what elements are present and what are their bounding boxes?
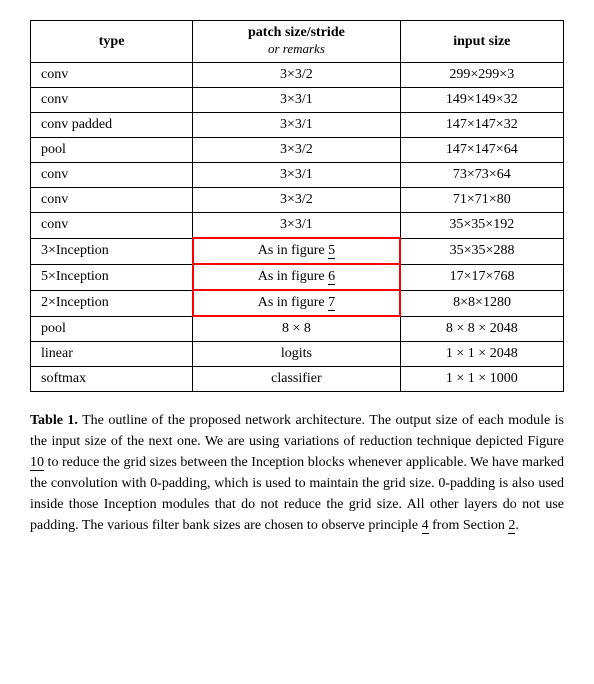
table-row: conv padded3×3/1147×147×32 [31,113,564,138]
figure-link[interactable]: 5 [328,243,335,259]
cell-patch: 3×3/2 [193,138,400,163]
cell-patch: As in figure 6 [193,264,400,290]
table-row: conv3×3/173×73×64 [31,163,564,188]
cell-patch: 3×3/1 [193,88,400,113]
cell-type: conv padded [31,113,193,138]
col-type-header: type [31,21,193,63]
table-row: linearlogits1 × 1 × 2048 [31,342,564,367]
cell-input: 1 × 1 × 2048 [400,342,563,367]
cell-input: 1 × 1 × 1000 [400,367,563,392]
cell-type: softmax [31,367,193,392]
col-input-header: input size [400,21,563,63]
caption-text1: The outline of the proposed network arch… [30,413,564,449]
caption-link2[interactable]: 4 [422,518,429,534]
cell-patch: logits [193,342,400,367]
cell-type: linear [31,342,193,367]
cell-input: 8 × 8 × 2048 [400,316,563,342]
caption-text4: . [515,518,519,533]
cell-patch: 3×3/1 [193,113,400,138]
patch-header-main: patch size/stride [248,25,345,40]
cell-type: 3×Inception [31,238,193,264]
table-row: conv3×3/271×71×80 [31,188,564,213]
cell-type: pool [31,316,193,342]
table-row: 3×InceptionAs in figure 535×35×288 [31,238,564,264]
caption-label: Table 1. [30,413,78,428]
table-row: conv3×3/2299×299×3 [31,63,564,88]
patch-header-sub: or remarks [268,41,325,56]
table-caption: Table 1. The outline of the proposed net… [30,410,564,536]
col-patch-header: patch size/stride or remarks [193,21,400,63]
cell-input: 149×149×32 [400,88,563,113]
cell-patch: 3×3/2 [193,63,400,88]
caption-link1[interactable]: 10 [30,455,44,471]
cell-type: 5×Inception [31,264,193,290]
cell-type: pool [31,138,193,163]
cell-patch: As in figure 5 [193,238,400,264]
cell-type: conv [31,213,193,239]
cell-input: 147×147×32 [400,113,563,138]
table-row: 5×InceptionAs in figure 617×17×768 [31,264,564,290]
cell-patch: 3×3/2 [193,188,400,213]
cell-patch: As in figure 7 [193,290,400,316]
architecture-table: type patch size/stride or remarks input … [30,20,564,392]
table-row: conv3×3/135×35×192 [31,213,564,239]
cell-type: conv [31,63,193,88]
cell-input: 35×35×192 [400,213,563,239]
cell-input: 17×17×768 [400,264,563,290]
cell-input: 71×71×80 [400,188,563,213]
cell-input: 299×299×3 [400,63,563,88]
cell-input: 73×73×64 [400,163,563,188]
figure-link[interactable]: 7 [328,295,335,311]
cell-type: conv [31,88,193,113]
caption-text3: from Section [429,518,509,533]
figure-link[interactable]: 6 [328,269,335,285]
cell-patch: 3×3/1 [193,213,400,239]
cell-patch: 3×3/1 [193,163,400,188]
cell-patch: 8 × 8 [193,316,400,342]
cell-type: conv [31,188,193,213]
cell-input: 35×35×288 [400,238,563,264]
table-row: 2×InceptionAs in figure 78×8×1280 [31,290,564,316]
cell-input: 8×8×1280 [400,290,563,316]
cell-type: 2×Inception [31,290,193,316]
table-row: pool8 × 88 × 8 × 2048 [31,316,564,342]
cell-patch: classifier [193,367,400,392]
table-row: softmaxclassifier1 × 1 × 1000 [31,367,564,392]
cell-type: conv [31,163,193,188]
table-row: conv3×3/1149×149×32 [31,88,564,113]
table-row: pool3×3/2147×147×64 [31,138,564,163]
cell-input: 147×147×64 [400,138,563,163]
